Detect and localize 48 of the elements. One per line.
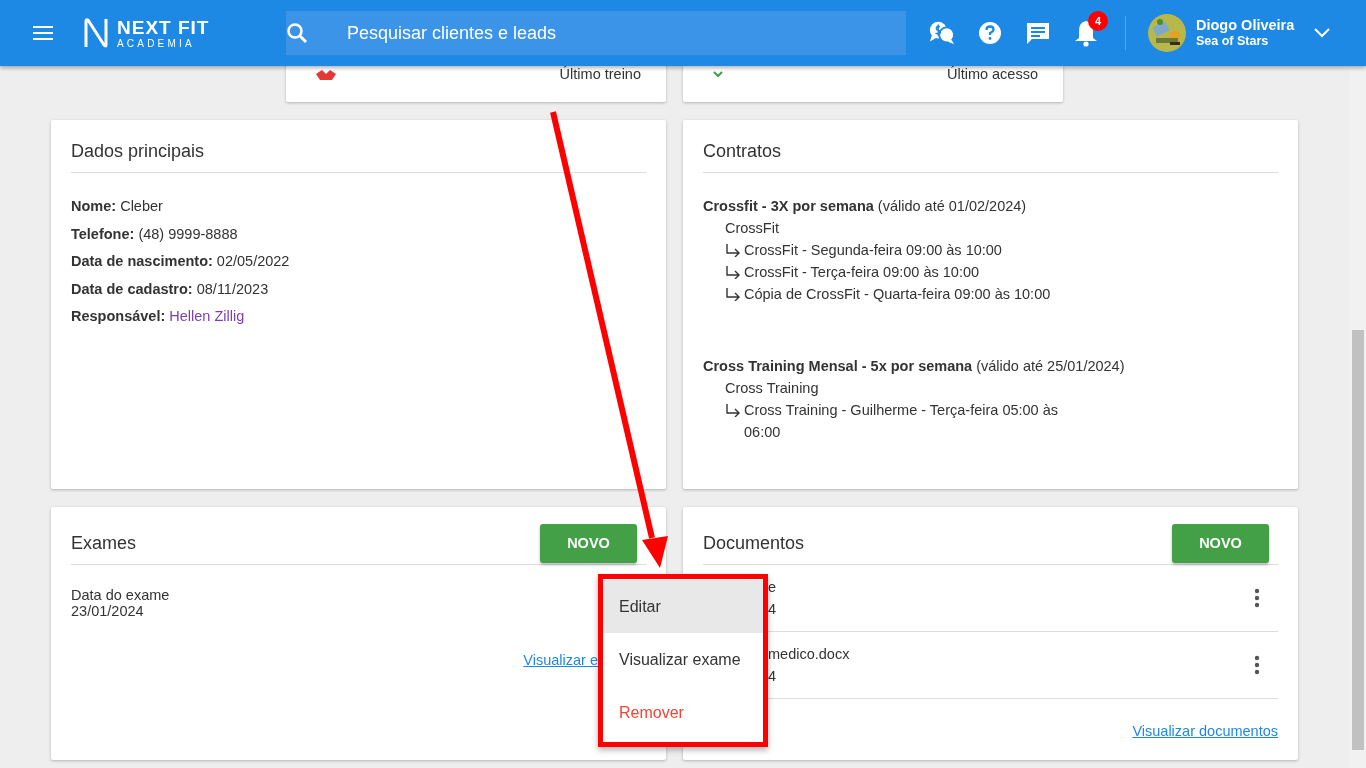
corner-arrow-icon <box>725 266 741 279</box>
field-text: Data de nascimento: 02/05/2022 <box>71 252 291 271</box>
more-options-icon[interactable] <box>1254 655 1260 675</box>
field-text: Telefone: (48) 9999-8888 <box>71 224 239 244</box>
card-title: Documentos <box>703 532 805 554</box>
corner-arrow-icon <box>725 404 741 417</box>
schedule-text: CrossFit - Segunda-feira 09:00 às 10:00 <box>744 241 1003 260</box>
modality-text: CrossFit <box>725 220 779 236</box>
field-text: Responsável: Hellen Zillig <box>71 307 246 326</box>
document-name: e <box>768 578 777 597</box>
summary-label: Último treino <box>559 66 641 82</box>
corner-arrow-icon <box>725 288 741 301</box>
view-exam-link[interactable]: Visualizar e <box>523 652 598 668</box>
view-documents-link[interactable]: Visualizar documentos <box>1132 723 1278 739</box>
menu-item[interactable]: Remover <box>603 686 763 739</box>
card-title: Dados principais <box>71 140 205 162</box>
new-button[interactable]: NOVO <box>1172 523 1269 563</box>
corner-arrow-icon <box>725 244 741 257</box>
field-text: Data de cadastro: 08/11/2023 <box>71 279 270 299</box>
logo-icon <box>83 17 109 49</box>
menu-item[interactable]: Visualizar exame <box>603 633 763 686</box>
document-date: 4 <box>768 667 778 686</box>
schedule-text: Cópia de CrossFit - Quarta-feira 09:00 às 10:00 <box>744 285 1052 304</box>
finance-chat-icon[interactable] <box>928 19 956 47</box>
field-text: Nome: Cleber <box>71 197 164 216</box>
help-icon[interactable] <box>976 19 1004 47</box>
card-title: Contratos <box>703 140 782 162</box>
user-subtitle: Sea of Stars <box>1196 34 1270 49</box>
summary-label: Último acesso <box>946 66 1038 82</box>
contract-heading: Cross Training Mensal - 5x por semana (válido até 25/01/2024) <box>703 357 1126 376</box>
card-title: Exames <box>71 532 137 554</box>
exam-label: Data do exame <box>71 587 171 603</box>
logo-title: NEXT FIT <box>117 17 210 37</box>
search-field[interactable]: Pesquisar clientes e leads <box>286 11 906 55</box>
logo-subtitle: ACADEMIA <box>117 38 196 49</box>
menu-item[interactable]: Editar <box>603 580 763 633</box>
modality-text: Cross Training <box>725 380 819 396</box>
notification-badge: 4 <box>1088 11 1108 31</box>
new-button[interactable]: NOVO <box>540 523 637 563</box>
more-options-icon[interactable] <box>1254 588 1260 608</box>
user-name: Diogo Oliveira <box>1196 17 1295 35</box>
chevron-down-icon[interactable] <box>1314 28 1331 38</box>
document-name: medico.docx <box>768 645 850 664</box>
schedule-text: CrossFit - Terça-feira 09:00 às 10:00 <box>744 263 981 282</box>
document-date: 4 <box>768 600 777 619</box>
schedule-text: Cross Training - Guilherme - Terça-feira 05:00 às 06:00 <box>744 401 1060 442</box>
check-icon <box>713 70 723 78</box>
contract-heading: Crossfit - 3X por semana (válido até 01/02/2024) <box>703 197 1028 216</box>
